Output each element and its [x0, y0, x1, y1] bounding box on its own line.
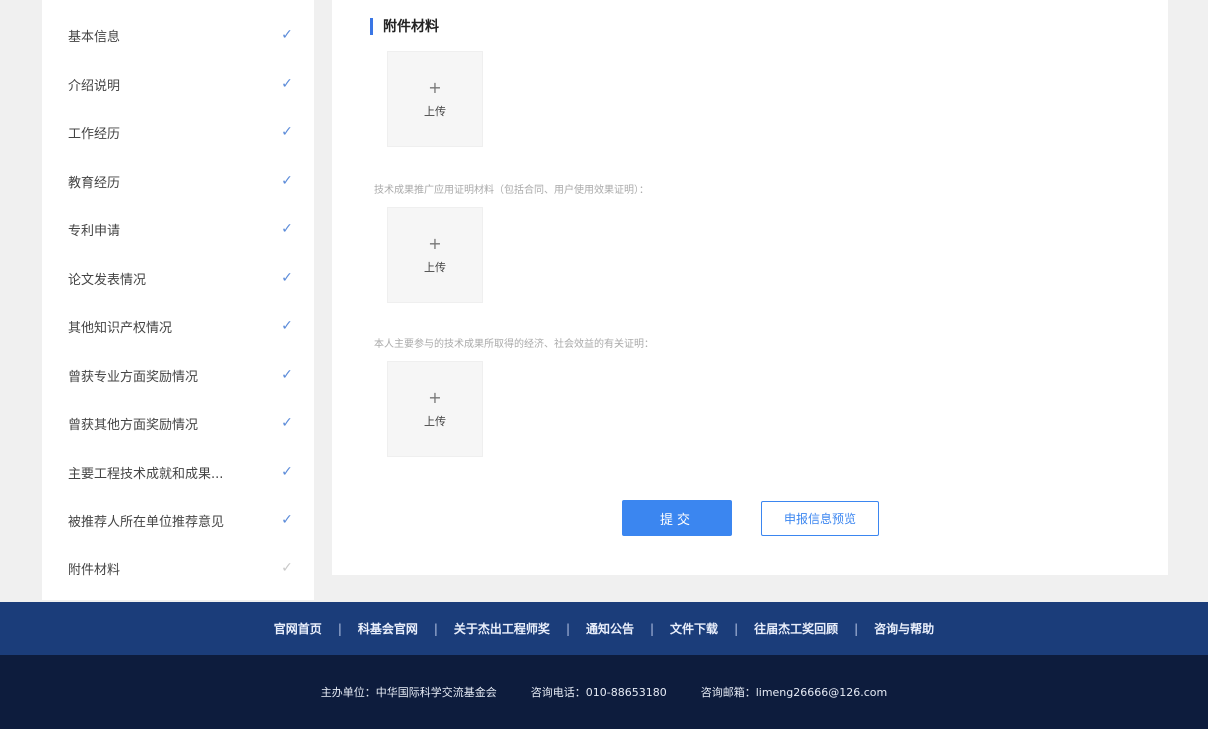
checkmark-icon: ✓ — [281, 173, 293, 189]
sidebar-item-other-awards[interactable]: 曾获其他方面奖励情况 ✓ — [42, 408, 314, 438]
footer-phone: 咨询电话：010-88653180 — [530, 686, 667, 699]
sidebar-item-introduction[interactable]: 介绍说明 ✓ — [42, 69, 314, 99]
section-title-text: 附件材料 — [383, 19, 439, 35]
sidebar-item-unit-recommendation[interactable]: 被推荐人所在单位推荐意见 ✓ — [42, 505, 314, 535]
upload-field-label: 本人主要参与的技术成果所取得的经济、社会效益的有关证明： — [374, 339, 654, 350]
sidebar-item-label: 曾获其他方面奖励情况 — [68, 417, 199, 433]
upload-label: 上传 — [424, 105, 446, 118]
sidebar-item-label: 论文发表情况 — [68, 272, 147, 288]
sidebar-item-label: 专利申请 — [68, 223, 121, 239]
sidebar-item-professional-awards[interactable]: 曾获专业方面奖励情况 ✓ — [42, 360, 314, 390]
main-panel: 附件材料 + 上传 技术成果推广应用证明材料（包括合同、用户使用效果证明）： +… — [332, 0, 1168, 575]
sidebar-item-label: 被推荐人所在单位推荐意见 — [68, 514, 225, 530]
sidebar-item-basic-info[interactable]: 基本信息 ✓ — [42, 20, 314, 50]
sidebar-item-achievements[interactable]: 主要工程技术成就和成果... ✓ — [42, 457, 314, 487]
footer-separator: | — [650, 621, 655, 636]
sidebar-item-education[interactable]: 教育经历 ✓ — [42, 166, 314, 196]
plus-icon: + — [428, 234, 442, 253]
section-title: 附件材料 — [370, 17, 439, 35]
footer-organizer: 主办单位：中华国际科学交流基金会 — [320, 686, 497, 699]
footer-separator: | — [565, 621, 570, 636]
upload-label: 上传 — [424, 415, 446, 428]
upload-button[interactable]: + 上传 — [387, 207, 483, 303]
footer-nav: 官网首页 | 科基会官网 | 关于杰出工程师奖 | 通知公告 | 文件下载 | … — [0, 602, 1208, 655]
upload-label: 上传 — [424, 261, 446, 274]
footer-link-notices[interactable]: 通知公告 — [586, 620, 634, 637]
sidebar-item-label: 教育经历 — [68, 175, 121, 191]
upload-field-label: 技术成果推广应用证明材料（包括合同、用户使用效果证明）： — [374, 185, 649, 196]
upload-button[interactable]: + 上传 — [387, 361, 483, 457]
sidebar-item-label: 基本信息 — [68, 29, 121, 45]
footer-link-downloads[interactable]: 文件下载 — [670, 620, 718, 637]
checkmark-icon: ✓ — [281, 415, 293, 431]
checkmark-icon: ✓ — [281, 270, 293, 286]
footer-link-help[interactable]: 咨询与帮助 — [874, 620, 934, 637]
checkmark-icon: ✓ — [281, 76, 293, 92]
sidebar-item-label: 介绍说明 — [68, 78, 121, 94]
footer-separator: | — [433, 621, 438, 636]
sidebar-item-label: 主要工程技术成就和成果... — [68, 466, 224, 482]
submit-button[interactable]: 提交 — [622, 500, 732, 536]
sidebar-item-label: 曾获专业方面奖励情况 — [68, 369, 199, 385]
checkmark-icon: ✓ — [281, 560, 293, 576]
sidebar-item-label: 附件材料 — [68, 562, 121, 578]
checkmark-icon: ✓ — [281, 318, 293, 334]
sidebar-item-patents[interactable]: 专利申请 ✓ — [42, 214, 314, 244]
checkmark-icon: ✓ — [281, 367, 293, 383]
checkmark-icon: ✓ — [281, 124, 293, 140]
checkmark-icon: ✓ — [281, 512, 293, 528]
sidebar-item-papers[interactable]: 论文发表情况 ✓ — [42, 263, 314, 293]
footer-separator: | — [854, 621, 859, 636]
preview-button[interactable]: 申报信息预览 — [761, 501, 879, 536]
sidebar-item-label: 工作经历 — [68, 126, 121, 142]
footer-info: 主办单位：中华国际科学交流基金会 咨询电话：010-88653180 咨询邮箱：… — [0, 655, 1208, 729]
footer-separator: | — [734, 621, 739, 636]
section-title-accent-bar — [370, 17, 373, 35]
sidebar-item-label: 其他知识产权情况 — [68, 320, 173, 336]
plus-icon: + — [428, 388, 442, 407]
upload-button[interactable]: + 上传 — [387, 51, 483, 147]
checkmark-icon: ✓ — [281, 27, 293, 43]
sidebar-item-attachments[interactable]: 附件材料 ✓ — [42, 553, 314, 583]
footer-link-about-award[interactable]: 关于杰出工程师奖 — [454, 620, 550, 637]
sidebar-item-other-ip[interactable]: 其他知识产权情况 ✓ — [42, 311, 314, 341]
footer-separator: | — [337, 621, 342, 636]
sidebar-nav: 基本信息 ✓ 介绍说明 ✓ 工作经历 ✓ 教育经历 ✓ 专利申请 ✓ 论文发表情… — [42, 0, 314, 600]
footer-link-foundation[interactable]: 科基会官网 — [358, 620, 418, 637]
checkmark-icon: ✓ — [281, 221, 293, 237]
footer-link-home[interactable]: 官网首页 — [274, 620, 322, 637]
checkmark-icon: ✓ — [281, 464, 293, 480]
plus-icon: + — [428, 78, 442, 97]
footer-email: 咨询邮箱：limeng26666@126.com — [700, 686, 888, 699]
sidebar-item-work-experience[interactable]: 工作经历 ✓ — [42, 117, 314, 147]
footer-link-past-awards[interactable]: 往届杰工奖回顾 — [754, 620, 838, 637]
